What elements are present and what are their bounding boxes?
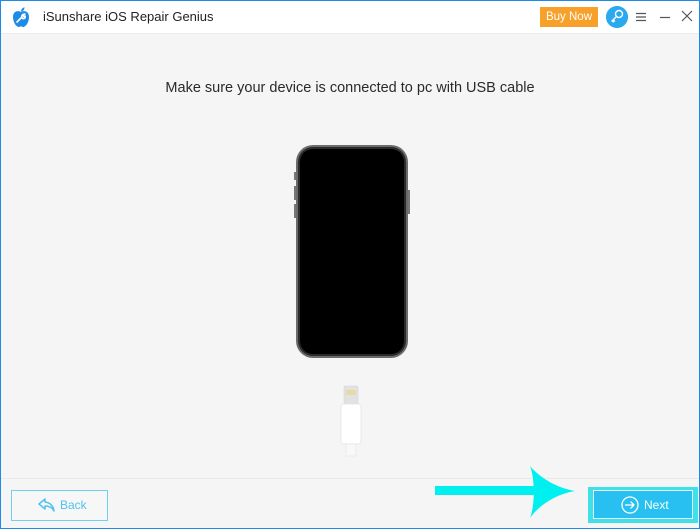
app-window: iSunshare iOS Repair Genius Buy Now Make… (0, 0, 700, 529)
lightning-cable-illustration (340, 385, 362, 457)
footer-divider (1, 478, 699, 479)
app-logo-icon (13, 7, 29, 27)
next-label: Next (644, 498, 669, 512)
app-title: iSunshare iOS Repair Genius (43, 9, 214, 24)
reply-arrow-icon (38, 498, 55, 512)
instruction-text: Make sure your device is connected to pc… (165, 80, 535, 96)
iphone-illustration (294, 145, 410, 358)
minimize-icon[interactable] (659, 10, 671, 24)
hamburger-menu-icon[interactable] (635, 10, 647, 24)
key-icon[interactable] (606, 6, 628, 28)
back-label: Back (60, 498, 87, 512)
back-button[interactable]: Back (11, 490, 108, 521)
circle-arrow-right-icon (621, 496, 639, 514)
close-icon[interactable] (681, 9, 693, 23)
buy-now-button[interactable]: Buy Now (540, 7, 598, 27)
highlight-arrow-icon (435, 466, 575, 518)
title-bar: iSunshare iOS Repair Genius Buy Now (1, 1, 699, 34)
next-button[interactable]: Next (593, 490, 693, 519)
